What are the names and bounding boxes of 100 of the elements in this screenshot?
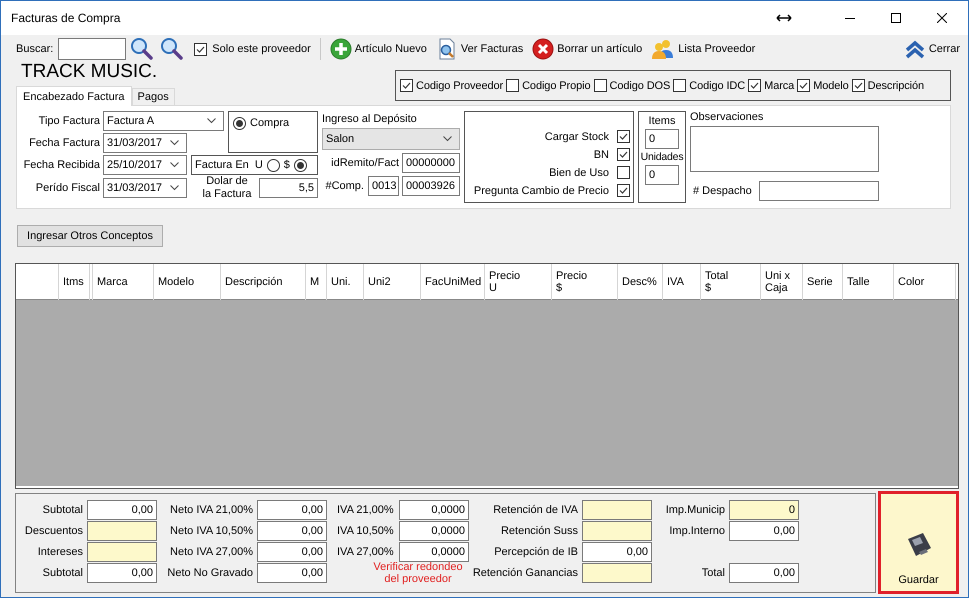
checkbox[interactable] [594,79,606,92]
field-label: Items [648,115,676,127]
field-label: Subtotal [42,567,83,579]
field-label: Tipo Factura [38,115,101,127]
field-label: Neto IVA 10,50% [169,525,253,537]
text-field[interactable] [759,181,879,201]
radio-label: U [254,159,263,171]
field-label: Retención de IVA [492,504,578,516]
text-field[interactable]: 0,00 [729,563,799,583]
date-picker[interactable]: 31/03/2017 [103,133,187,153]
text-field[interactable]: 0 [645,129,679,149]
maximize-icon [891,13,901,23]
toolbar-button[interactable]: Lista Proveedor [651,38,756,60]
checkbox-label: Modelo [813,80,849,92]
notes-field[interactable] [690,126,879,172]
text-field[interactable]: 00003926 [402,176,460,196]
group-label: Factura En [195,159,249,171]
tab[interactable]: Encabezado Factura [16,86,132,106]
checkbox[interactable] [673,79,686,92]
dropdown[interactable]: Factura A [103,111,224,131]
radio-label: Compra [250,117,290,129]
close-icon [937,13,947,23]
field-label: Neto IVA 27,00% [169,546,253,558]
checkbox-label: Codigo IDC [689,80,746,92]
other-concepts-button[interactable]: Ingresar Otros Conceptos [17,225,163,247]
checkbox[interactable] [506,79,520,92]
checkbox-label: BN [594,148,609,160]
chevron-down-icon [170,140,179,146]
chevron-down-icon [170,162,179,168]
text-field[interactable] [582,521,652,541]
radio-button[interactable] [233,117,246,130]
text-field[interactable]: 0,0000 [399,500,469,520]
toolbar-button[interactable]: Ver Facturas [436,38,524,60]
text-field[interactable]: 0,00 [257,542,327,562]
text-field[interactable]: 0,00 [257,521,327,541]
save-button[interactable]: Guardar [878,491,959,594]
chevron-up-icon [904,39,926,59]
checkbox[interactable] [617,166,630,179]
checkbox[interactable] [617,130,630,143]
text-field[interactable]: 00000000 [402,153,460,173]
text-field[interactable]: 5,5 [259,178,318,198]
checkbox[interactable] [748,79,762,92]
date-picker[interactable]: 25/10/2017 [103,155,187,175]
tab[interactable]: Pagos [132,88,175,105]
plus-icon [330,38,352,60]
radio-button[interactable] [294,158,307,172]
search-field[interactable] [58,38,126,60]
checkbox-label: Marca [764,80,794,92]
text-field[interactable]: 0,00 [257,563,327,583]
chevron-down-icon [207,118,216,124]
resize-cursor-icon [776,13,792,23]
text-field[interactable]: 0,0000 [399,521,469,541]
text-field[interactable] [87,542,157,562]
text-field[interactable]: 0,0000 [399,542,469,562]
company-name: TRACK MUSIC. [21,61,158,83]
text-field[interactable] [87,521,157,541]
window-title: Facturas de Compra [11,11,120,25]
field-label: Neto IVA 21,00% [169,504,253,516]
checkbox-label: Codigo Proveedor [416,80,504,92]
checkbox-label: Descripción [868,80,924,92]
checkbox-label: Codigo DOS [610,80,670,92]
text-field[interactable]: 0 [645,165,679,185]
field-label: Descuentos [24,525,83,537]
checkbox[interactable] [617,148,630,161]
search-label: Buscar: [16,43,54,55]
checkbox[interactable] [400,79,413,92]
dropdown[interactable]: Salon [322,128,460,150]
search-icon[interactable] [130,37,154,61]
toolbar-button[interactable]: Artículo Nuevo [330,38,427,60]
text-field[interactable]: 0,00 [257,500,327,520]
people-icon [651,38,676,60]
text-field[interactable]: 0,00 [87,563,157,583]
text-field[interactable] [582,500,652,520]
checkbox[interactable] [194,42,208,56]
date-picker[interactable]: 31/03/2017 [103,178,187,198]
radio-button[interactable] [266,158,280,172]
field-label: Percepción de IB [493,546,578,558]
field-label: # Despacho [692,185,753,197]
text-field[interactable] [582,563,652,583]
field-label: #Comp. [325,180,364,192]
text-field[interactable]: 0,00 [582,542,652,562]
checkbox[interactable] [797,79,810,92]
radio-label: $ [284,159,290,171]
field-label: Imp.Municip [664,504,725,516]
close-button[interactable]: Cerrar [904,39,960,59]
field-label: Dolar de la Factura [202,175,252,201]
field-label: Ingreso al Depósito [322,113,418,125]
toolbar-button[interactable]: Borrar un artículo [532,38,642,60]
field-label: Retención Suss [500,525,578,537]
text-field[interactable]: 0013 [368,176,399,196]
text-field[interactable]: 0 [729,500,799,520]
checkbox[interactable] [617,184,630,197]
checkbox-label: Bien de Uso [549,166,609,178]
text-field[interactable]: 0,00 [87,500,157,520]
field-label: Unidades [640,151,684,163]
search-icon[interactable] [160,37,184,61]
text-field[interactable]: 0,00 [729,521,799,541]
checkbox-label: Solo este proveedor [212,43,311,55]
field-label: idRemito/Fact [331,157,399,169]
checkbox[interactable] [852,79,865,92]
